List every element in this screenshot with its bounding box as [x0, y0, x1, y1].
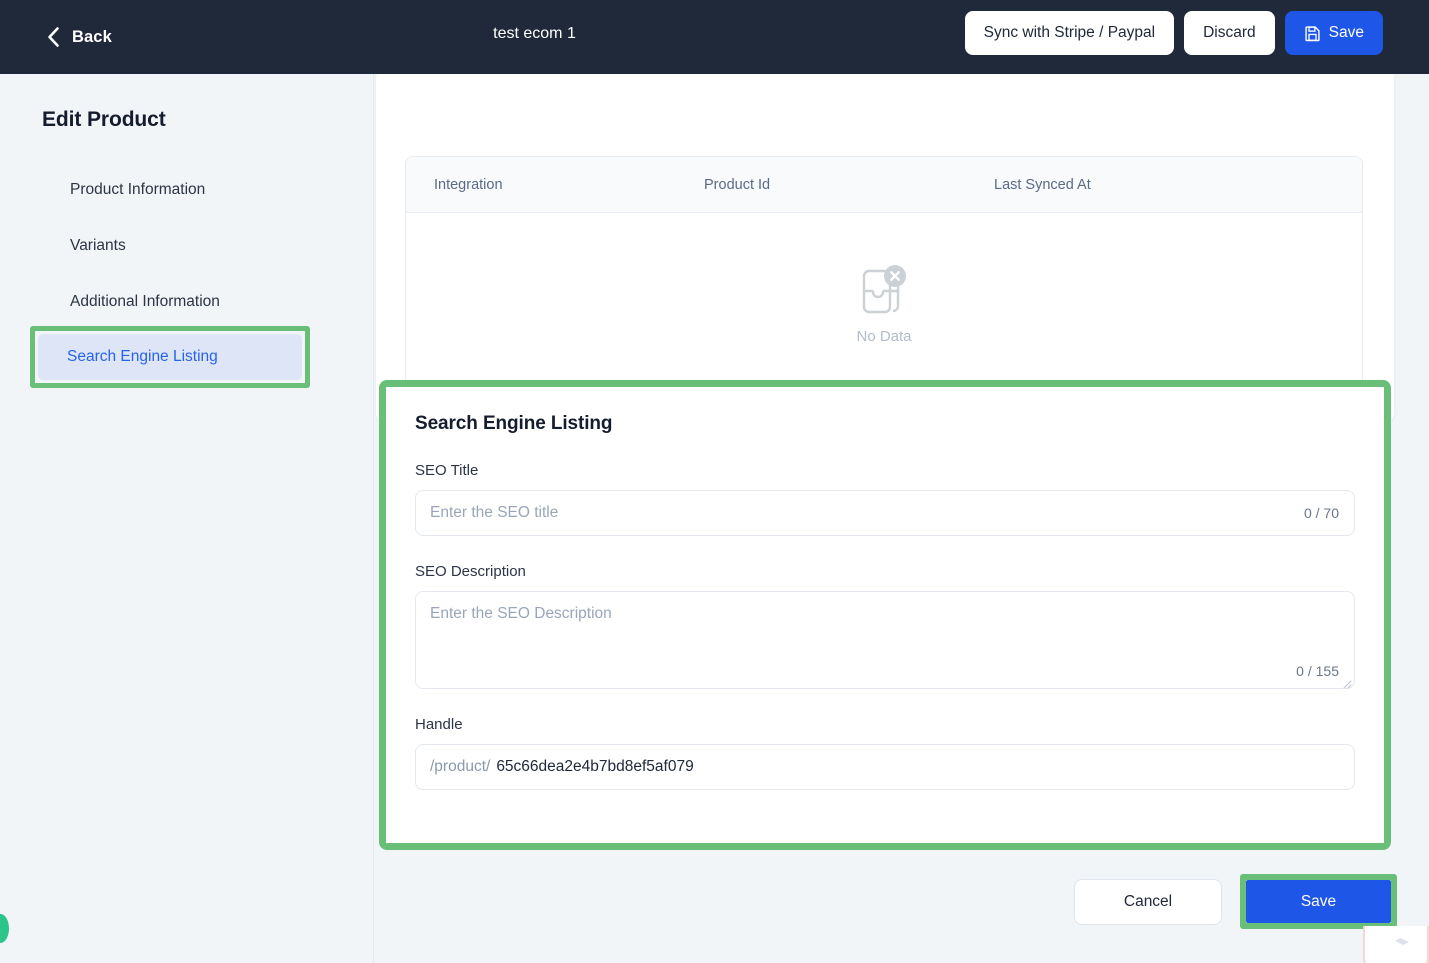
seo-title-input[interactable] — [416, 491, 1354, 535]
seo-description-input-wrap[interactable]: 0 / 155 — [415, 591, 1355, 689]
sidebar-item-product-information[interactable]: Product Information — [42, 167, 331, 213]
seo-description-textarea[interactable] — [416, 592, 1354, 666]
save-button-header[interactable]: Save — [1284, 11, 1383, 55]
discard-button[interactable]: Discard — [1184, 11, 1275, 55]
handle-input[interactable] — [496, 758, 1340, 776]
seo-title-label: SEO Title — [415, 462, 479, 479]
handle-prefix: /product/ — [430, 758, 491, 775]
sync-with-stripe-paypal-button[interactable]: Sync with Stripe / Paypal — [964, 11, 1175, 55]
handle-label: Handle — [415, 716, 463, 733]
search-engine-listing-highlight-box: Search Engine Listing SEO Title 0 / 70 S… — [379, 380, 1391, 850]
search-engine-listing-heading: Search Engine Listing — [415, 413, 613, 434]
top-bar-actions: Sync with Stripe / Paypal Discard Save — [964, 11, 1383, 55]
sidebar-item-search-engine-listing-label: Search Engine Listing — [67, 348, 218, 365]
bottom-right-partial-widget[interactable] — [1363, 926, 1429, 963]
back-button[interactable]: Back — [45, 26, 112, 48]
footer-actions: Cancel Save — [1074, 874, 1397, 929]
content-area: Integration Product Id Last Synced At No… — [375, 74, 1429, 963]
sidebar-item-search-engine-listing[interactable]: Search Engine Listing — [38, 334, 302, 380]
save-button-header-label: Save — [1328, 24, 1364, 41]
seo-title-field: SEO Title 0 / 70 — [415, 462, 1355, 536]
integrations-card: Integration Product Id Last Synced At No… — [376, 74, 1394, 423]
handle-field: Handle /product/ — [415, 716, 1355, 790]
save-button-footer[interactable]: Save — [1246, 880, 1391, 923]
search-engine-listing-card: Search Engine Listing SEO Title 0 / 70 S… — [386, 387, 1384, 843]
page-title-text: test ecom 1 — [493, 25, 576, 42]
chevron-left-icon — [45, 26, 61, 48]
sidebar-nav: Product Information Variants Additional … — [0, 167, 373, 325]
save-button-highlight-box: Save — [1240, 874, 1397, 929]
edit-product-page: Back test ecom 1 Sync with Stripe / Payp… — [0, 0, 1429, 963]
sidebar-title: Edit Product — [42, 108, 166, 131]
no-data-inbox-icon — [856, 264, 912, 314]
seo-title-input-wrap[interactable]: 0 / 70 — [415, 490, 1355, 536]
seo-description-field: SEO Description 0 / 155 — [415, 563, 1355, 689]
back-label: Back — [72, 27, 112, 46]
no-data-label: No Data — [856, 328, 912, 345]
integrations-table: Integration Product Id Last Synced At No… — [405, 156, 1363, 396]
table-header-row: Integration Product Id Last Synced At — [406, 157, 1362, 213]
floppy-disk-icon — [1304, 25, 1321, 42]
seo-description-label: SEO Description — [415, 563, 526, 580]
textarea-resize-handle[interactable] — [1341, 676, 1352, 689]
sidebar-item-variants[interactable]: Variants — [42, 223, 331, 269]
handle-input-wrap[interactable]: /product/ — [415, 744, 1355, 790]
table-empty-state: No Data — [406, 213, 1362, 395]
column-header-last-synced-at: Last Synced At — [994, 176, 1091, 193]
column-header-product-id: Product Id — [704, 176, 771, 193]
cancel-button[interactable]: Cancel — [1074, 878, 1222, 925]
sidebar: Edit Product Product Information Variant… — [0, 74, 374, 963]
sidebar-item-additional-information[interactable]: Additional Information — [42, 279, 331, 325]
column-header-integration: Integration — [434, 176, 503, 193]
top-app-bar: Back test ecom 1 Sync with Stripe / Payp… — [0, 0, 1429, 74]
